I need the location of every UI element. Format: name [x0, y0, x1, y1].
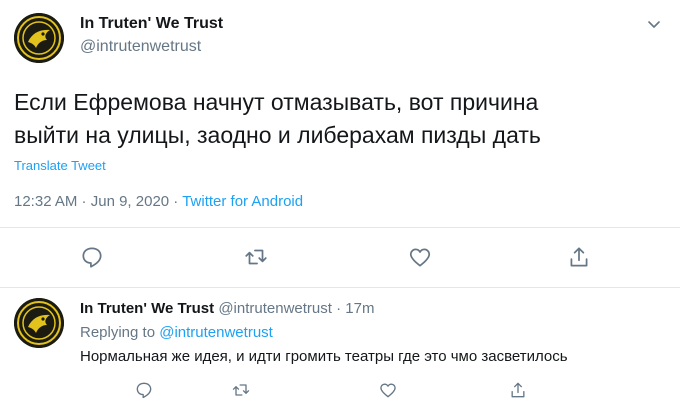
- meta-separator: ·: [77, 193, 91, 210]
- retweet-icon: [245, 249, 267, 265]
- tweet-date[interactable]: Jun 9, 2020: [91, 193, 169, 210]
- reply-avatar[interactable]: [14, 298, 64, 348]
- share-button[interactable]: [566, 244, 592, 270]
- comment-icon: [82, 247, 102, 268]
- author-name[interactable]: In Truten' We Trust: [80, 15, 223, 33]
- retweet-button[interactable]: [231, 380, 251, 400]
- heart-icon: [380, 383, 396, 398]
- chevron-down-icon: [648, 21, 660, 28]
- share-button[interactable]: [508, 380, 528, 400]
- retweet-icon: [232, 384, 250, 396]
- reply-button[interactable]: [79, 244, 105, 270]
- meta-separator: ·: [331, 300, 346, 317]
- tweet-text-line: выйти на улицы, заодно и либерахам пизды…: [14, 122, 541, 148]
- divider: [0, 227, 680, 228]
- heart-icon: [409, 248, 431, 267]
- avatar[interactable]: [14, 13, 64, 63]
- divider: [0, 287, 680, 288]
- reply-button[interactable]: [134, 380, 154, 400]
- tweet-menu-button[interactable]: [644, 14, 664, 34]
- reply-text: Нормальная же идея, и идти громить театр…: [80, 348, 568, 365]
- comment-icon: [136, 382, 152, 399]
- replying-to-mention[interactable]: @intrutenwetrust: [159, 324, 273, 341]
- retweet-button[interactable]: [243, 244, 269, 270]
- tweet-text: Если Ефремова начнут отмазывать, вот при…: [14, 86, 664, 152]
- reply-age[interactable]: 17m: [345, 300, 374, 317]
- reply-header: In Truten' We Trust @intrutenwetrust · 1…: [80, 300, 374, 317]
- like-button[interactable]: [407, 244, 433, 270]
- avatar-logo-icon: [14, 13, 64, 63]
- tweet-time[interactable]: 12:32 AM: [14, 193, 77, 210]
- tweet-text-line: Если Ефремова начнут отмазывать, вот при…: [14, 89, 539, 115]
- reply-author-handle[interactable]: @intrutenwetrust: [218, 300, 332, 317]
- tweet-actions: [0, 244, 680, 274]
- tweet-meta: 12:32 AM · Jun 9, 2020 · Twitter for And…: [14, 193, 303, 210]
- like-button[interactable]: [378, 380, 398, 400]
- tweet-source-link[interactable]: Twitter for Android: [182, 193, 303, 210]
- share-icon: [511, 382, 525, 398]
- reply-actions: [0, 380, 680, 410]
- replying-to: Replying to @intrutenwetrust: [80, 324, 273, 341]
- translate-tweet-link[interactable]: Translate Tweet: [14, 158, 106, 173]
- avatar-logo-icon: [14, 298, 64, 348]
- share-icon: [570, 247, 588, 267]
- author-handle[interactable]: @intrutenwetrust: [80, 38, 201, 56]
- meta-separator: ·: [169, 193, 183, 210]
- reply-author-name[interactable]: In Truten' We Trust: [80, 300, 214, 317]
- replying-to-label: Replying to: [80, 324, 156, 341]
